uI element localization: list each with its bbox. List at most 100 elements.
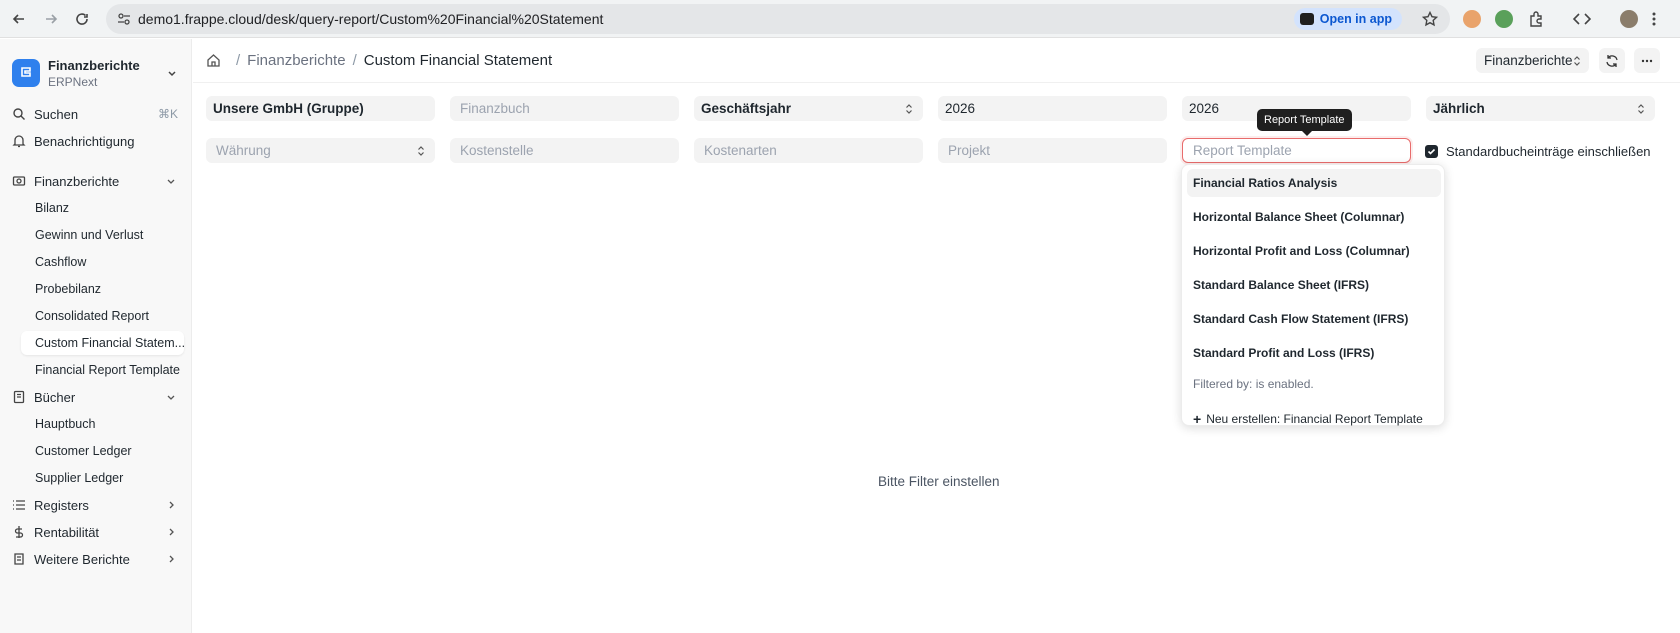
chevron-down-icon bbox=[167, 179, 175, 184]
address-bar[interactable]: demo1.frappe.cloud/desk/query-report/Cus… bbox=[106, 4, 1450, 34]
sidebar-search[interactable]: Suchen ⌘K bbox=[12, 102, 182, 126]
notifications-label: Benachrichtigung bbox=[34, 133, 135, 149]
sidebar-item-cashflow[interactable]: Cashflow bbox=[21, 250, 184, 274]
from-fiscal-year-field[interactable]: 2026 bbox=[938, 96, 1167, 121]
cost-center-placeholder: Kostenstelle bbox=[460, 143, 534, 158]
dropdown-option[interactable]: Horizontal Balance Sheet (Columnar) bbox=[1187, 203, 1441, 231]
select-arrows-icon bbox=[418, 145, 424, 156]
from-year-value: 2026 bbox=[945, 101, 976, 116]
period-type-select[interactable]: Geschäftsjahr bbox=[694, 96, 923, 121]
sidebar-section-weitere-berichte[interactable]: Weitere Berichte bbox=[12, 547, 182, 571]
company-field[interactable]: Unsere GmbH (Gruppe) bbox=[206, 96, 435, 121]
sidebar-notifications[interactable]: Benachrichtigung bbox=[12, 129, 182, 153]
sidebar-item-financial-report-template[interactable]: Financial Report Template bbox=[21, 358, 184, 382]
section-label: Registers bbox=[34, 497, 89, 513]
sidebar-item-probebilanz[interactable]: Probebilanz bbox=[21, 277, 184, 301]
erpnext-logo-icon bbox=[12, 59, 40, 87]
workspace-title: Finanzberichte bbox=[48, 57, 140, 73]
chevron-right-icon bbox=[169, 501, 174, 509]
select-arrows-icon bbox=[1574, 55, 1580, 66]
sidebar-section-buecher[interactable]: Bücher bbox=[12, 385, 182, 409]
finance-book-placeholder: Finanzbuch bbox=[460, 101, 530, 116]
currency-select[interactable]: Währung bbox=[206, 138, 435, 163]
search-icon bbox=[12, 107, 26, 121]
project-field[interactable]: Projekt bbox=[938, 138, 1167, 163]
profile-avatar[interactable] bbox=[1620, 10, 1638, 28]
reload-icon[interactable] bbox=[69, 6, 95, 32]
breadcrumb-parent[interactable]: Finanzberichte bbox=[247, 52, 345, 69]
list-icon bbox=[12, 498, 26, 512]
report-icon bbox=[12, 174, 26, 188]
sidebar-item-hauptbuch[interactable]: Hauptbuch bbox=[21, 412, 184, 436]
sidebar: Finanzberichte ERPNext Suchen ⌘K Benachr… bbox=[0, 39, 192, 633]
create-new-template-option[interactable]: + Neu erstellen: Financial Report Templa… bbox=[1193, 411, 1423, 427]
sidebar-item-customer-ledger[interactable]: Customer Ledger bbox=[21, 439, 184, 463]
chevron-down-icon bbox=[167, 395, 175, 400]
section-label: Weitere Berichte bbox=[34, 551, 130, 567]
tooltip-text: Report Template bbox=[1264, 114, 1345, 126]
cost-types-field[interactable]: Kostenarten bbox=[694, 138, 923, 163]
dropdown-option[interactable]: Horizontal Profit and Loss (Columnar) bbox=[1187, 237, 1441, 265]
bookmark-star-icon[interactable] bbox=[1422, 11, 1438, 27]
plus-icon: + bbox=[1193, 411, 1202, 427]
currency-placeholder: Währung bbox=[216, 143, 271, 158]
section-label: Finanzberichte bbox=[34, 173, 120, 189]
include-default-entries-label: Standardbucheinträge einschließen bbox=[1446, 144, 1651, 159]
report-template-input[interactable]: Report Template bbox=[1182, 138, 1411, 163]
sidebar-item-custom-financial-statement[interactable]: Custom Financial Statem... bbox=[21, 331, 184, 355]
open-in-app-button[interactable]: Open in app bbox=[1293, 8, 1402, 30]
sidebar-item-gewinn-und-verlust[interactable]: Gewinn und Verlust bbox=[21, 223, 184, 247]
period-type-value: Geschäftsjahr bbox=[701, 101, 792, 116]
workspace-subtitle: ERPNext bbox=[48, 74, 98, 89]
app-icon bbox=[1299, 13, 1314, 25]
refresh-icon bbox=[1606, 54, 1618, 67]
devtools-icon[interactable] bbox=[1573, 11, 1591, 27]
periodicity-select[interactable]: Jährlich bbox=[1426, 96, 1655, 121]
extension-icon[interactable] bbox=[1463, 10, 1481, 28]
include-default-entries-checkbox[interactable]: Standardbucheinträge einschließen bbox=[1425, 144, 1651, 159]
report-template-placeholder: Report Template bbox=[1193, 143, 1292, 158]
url-text[interactable]: demo1.frappe.cloud/desk/query-report/Cus… bbox=[138, 11, 603, 27]
sidebar-item-supplier-ledger[interactable]: Supplier Ledger bbox=[21, 466, 184, 490]
more-horizontal-icon bbox=[1641, 59, 1653, 62]
select-arrows-icon bbox=[906, 103, 912, 114]
sidebar-item-bilanz[interactable]: Bilanz bbox=[21, 196, 184, 220]
breadcrumb-separator: / bbox=[236, 52, 241, 69]
sidebar-item-consolidated-report[interactable]: Consolidated Report bbox=[21, 304, 184, 328]
dropdown-option[interactable]: Standard Balance Sheet (IFRS) bbox=[1187, 271, 1441, 299]
create-new-label: Neu erstellen: Financial Report Template bbox=[1206, 412, 1423, 426]
refresh-button[interactable] bbox=[1599, 48, 1625, 73]
site-settings-icon[interactable] bbox=[117, 12, 131, 26]
finance-book-field[interactable]: Finanzbuch bbox=[450, 96, 679, 121]
dropdown-option[interactable]: Financial Ratios Analysis bbox=[1187, 169, 1441, 197]
more-actions-button[interactable] bbox=[1634, 48, 1660, 73]
book-icon bbox=[12, 390, 26, 404]
sidebar-section-finanzberichte[interactable]: Finanzberichte bbox=[12, 169, 182, 193]
workspace-switcher[interactable]: Finanzberichte ERPNext bbox=[12, 53, 182, 93]
extensions-puzzle-icon[interactable] bbox=[1527, 10, 1545, 28]
empty-state-message: Bitte Filter einstellen bbox=[878, 474, 1000, 489]
checkbox-checked-icon[interactable] bbox=[1425, 145, 1438, 158]
dropdown-option[interactable]: Standard Cash Flow Statement (IFRS) bbox=[1187, 305, 1441, 333]
company-value: Unsere GmbH (Gruppe) bbox=[213, 101, 364, 116]
sidebar-section-rentabilitaet[interactable]: Rentabilität bbox=[12, 520, 182, 544]
chevron-right-icon bbox=[169, 528, 174, 536]
home-icon[interactable] bbox=[206, 53, 221, 68]
dollar-icon bbox=[12, 525, 26, 539]
cost-center-field[interactable]: Kostenstelle bbox=[450, 138, 679, 163]
breadcrumb: / Finanzberichte / Custom Financial Stat… bbox=[206, 52, 552, 69]
periodicity-value: Jährlich bbox=[1433, 101, 1485, 116]
chevron-right-icon bbox=[169, 555, 174, 563]
forward-icon[interactable] bbox=[38, 6, 64, 32]
page-header: / Finanzberichte / Custom Financial Stat… bbox=[193, 39, 1680, 83]
workspace-select-value: Finanzberichte bbox=[1484, 53, 1573, 68]
workspace-select[interactable]: Finanzberichte bbox=[1476, 48, 1589, 73]
section-label: Bücher bbox=[34, 389, 76, 405]
extension-icon[interactable] bbox=[1495, 10, 1513, 28]
scroll-icon bbox=[12, 552, 26, 566]
dropdown-option[interactable]: Standard Profit and Loss (IFRS) bbox=[1187, 339, 1441, 367]
back-icon[interactable] bbox=[6, 6, 32, 32]
browser-menu-icon[interactable] bbox=[1651, 11, 1657, 27]
to-year-value: 2026 bbox=[1189, 101, 1220, 116]
sidebar-section-registers[interactable]: Registers bbox=[12, 493, 182, 517]
